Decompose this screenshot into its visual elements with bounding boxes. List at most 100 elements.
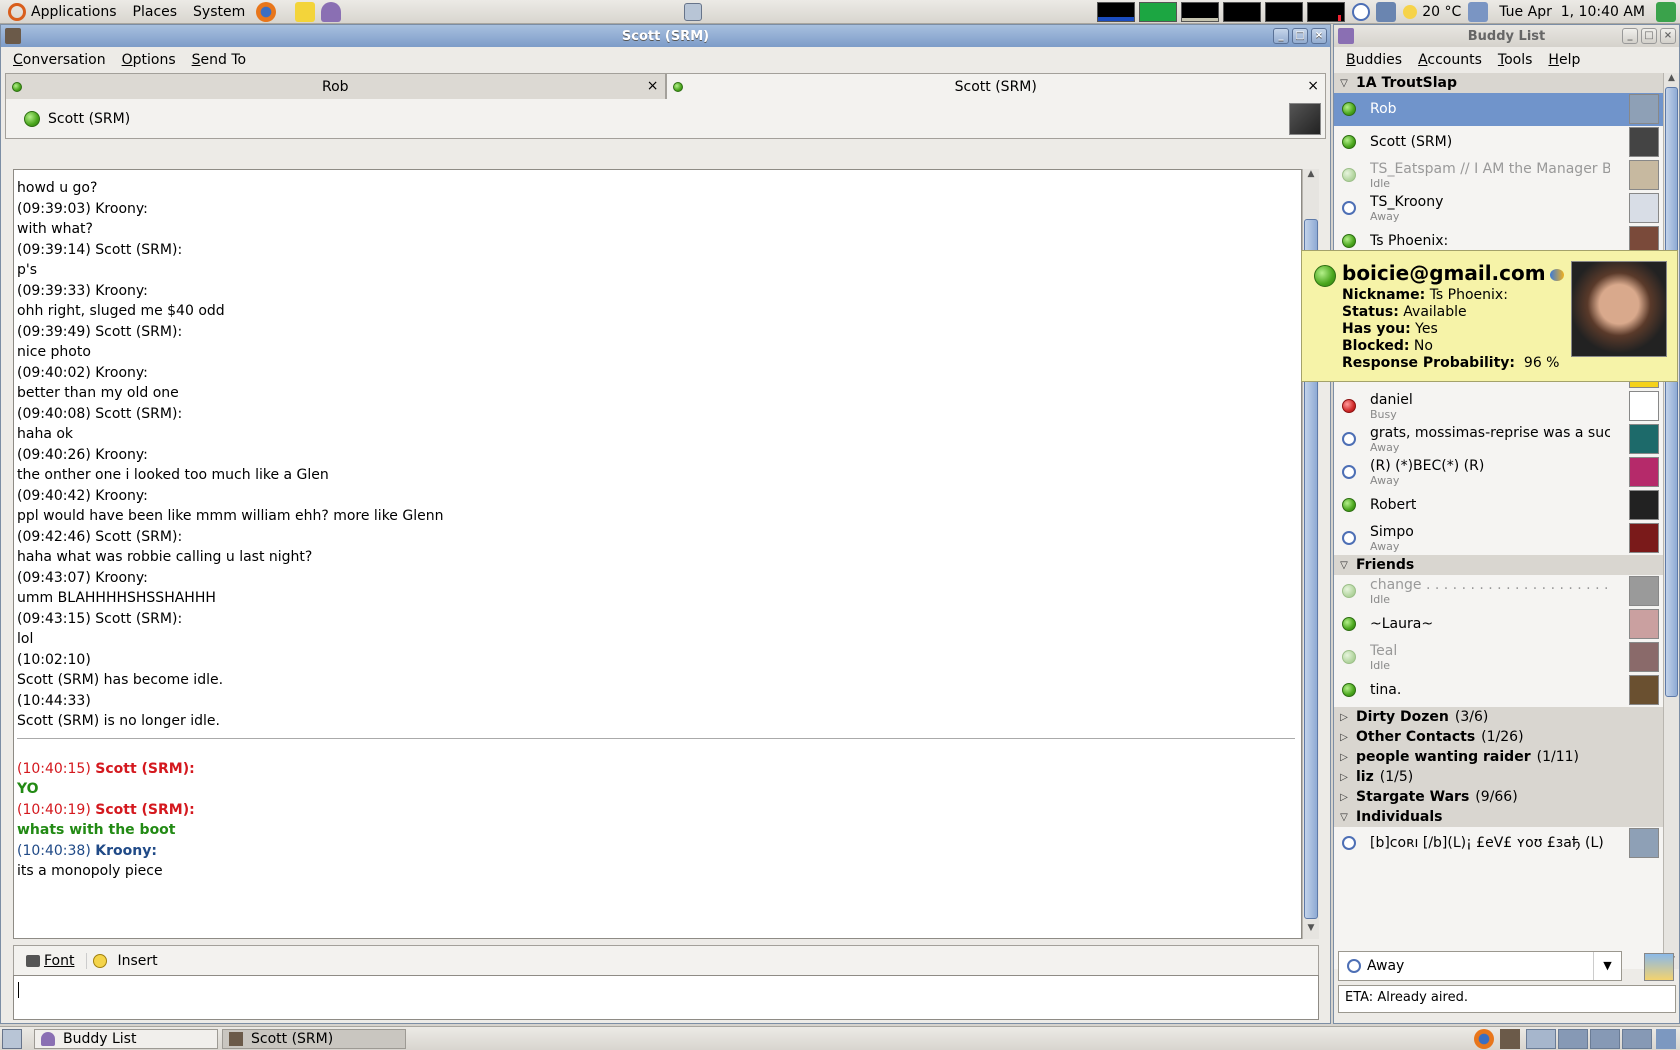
expander-closed-icon[interactable]: ▷ bbox=[1338, 712, 1350, 723]
cpu-monitor[interactable] bbox=[1097, 1, 1136, 22]
font-button[interactable]: Font bbox=[20, 953, 80, 969]
disk-monitor[interactable] bbox=[1307, 1, 1346, 22]
status-message-field[interactable]: ETA: Already aired. bbox=[1338, 985, 1676, 1013]
help-menu[interactable]: Help bbox=[1540, 52, 1588, 68]
expander-open-icon[interactable]: ▽ bbox=[1338, 78, 1350, 89]
show-desktop-icon[interactable] bbox=[684, 2, 703, 21]
buddy-row[interactable]: change . . . . . . . . . . . . . . . . .… bbox=[1334, 575, 1663, 608]
load-monitor[interactable] bbox=[1265, 1, 1304, 22]
expander-closed-icon[interactable]: ▷ bbox=[1338, 772, 1350, 783]
close-button[interactable]: × bbox=[1660, 28, 1676, 44]
minimize-button[interactable]: _ bbox=[1273, 28, 1289, 44]
expander-closed-icon[interactable]: ▷ bbox=[1338, 752, 1350, 763]
clock-applet-icon[interactable] bbox=[1352, 2, 1371, 21]
buddy-scrollbar[interactable]: ▲ ▼ bbox=[1663, 73, 1679, 969]
buddy-row[interactable]: ~Laura~ bbox=[1334, 608, 1663, 641]
buddy-row[interactable]: TS_Kroony Away bbox=[1334, 192, 1663, 225]
buddy-row[interactable]: Rob bbox=[1334, 93, 1663, 126]
expander-closed-icon[interactable]: ▷ bbox=[1338, 792, 1350, 803]
taskbar-label: Scott (SRM) bbox=[251, 1030, 334, 1047]
group-header[interactable]: ▷ Stargate Wars (9/66) bbox=[1334, 787, 1663, 807]
firefox-launcher-icon[interactable] bbox=[256, 1, 277, 22]
display-icon[interactable] bbox=[1468, 1, 1489, 22]
firefox-tray-icon[interactable] bbox=[1474, 1028, 1494, 1049]
accounts-menu[interactable]: Accounts bbox=[1410, 52, 1490, 68]
workspace-switcher[interactable] bbox=[1526, 1028, 1652, 1049]
system-menu[interactable]: System bbox=[185, 0, 253, 24]
expander-open-icon[interactable]: ▽ bbox=[1338, 812, 1350, 823]
buddies-menu[interactable]: Buddies bbox=[1338, 52, 1410, 68]
buddy-row[interactable]: Scott (SRM) bbox=[1334, 126, 1663, 159]
weather-applet[interactable]: 20 °C bbox=[1399, 0, 1465, 24]
close-tab-icon[interactable]: × bbox=[1307, 78, 1319, 94]
places-menu[interactable]: Places bbox=[125, 0, 186, 24]
logout-icon[interactable] bbox=[1656, 1, 1676, 22]
buddy-row[interactable]: grats, mossimas-reprise was a succe...Aw… bbox=[1334, 423, 1663, 456]
trash-icon[interactable] bbox=[1656, 1028, 1676, 1049]
taskbar-item-scott-srm[interactable]: Scott (SRM) bbox=[222, 1028, 406, 1049]
pidgin-launcher-icon[interactable] bbox=[321, 1, 342, 22]
group-header[interactable]: ▽ Friends bbox=[1334, 555, 1663, 575]
buddy-tree[interactable]: ▽ 1A TroutSlap Rob Scott (SRM) TS_Eatspam //… bbox=[1334, 73, 1663, 969]
options-menu[interactable]: Options bbox=[114, 52, 184, 68]
applications-menu[interactable]: Applications bbox=[0, 0, 125, 24]
group-header[interactable]: ▷ Dirty Dozen (3/6) bbox=[1334, 707, 1663, 727]
scroll-down-arrow[interactable]: ▼ bbox=[1303, 923, 1319, 939]
buddy-row[interactable]: [b]coʀı [/b](L)¡ £eV£ ʏoʊ £ɜaђ (L) bbox=[1334, 827, 1663, 860]
pidgin-icon bbox=[41, 1031, 55, 1046]
send-to-menu[interactable]: Send To bbox=[184, 52, 254, 68]
chat-tray-icon[interactable] bbox=[1500, 1028, 1520, 1049]
buddy-row[interactable]: (R) (*)BEC(*) (R) Away bbox=[1334, 456, 1663, 489]
notes-launcher-icon[interactable] bbox=[295, 1, 316, 22]
scroll-up-arrow[interactable]: ▲ bbox=[1664, 73, 1679, 87]
maximize-button[interactable]: □ bbox=[1292, 28, 1308, 44]
buddy-row[interactable]: TS_Eatspam // I AM the Manager BITC...Id… bbox=[1334, 159, 1663, 192]
group-header[interactable]: ▽ 1A TroutSlap bbox=[1334, 73, 1663, 93]
buddy-row[interactable]: tina. bbox=[1334, 674, 1663, 707]
memory-monitor[interactable] bbox=[1139, 1, 1178, 22]
expander-closed-icon[interactable]: ▷ bbox=[1338, 732, 1350, 743]
buddy-list-titlebar[interactable]: Buddy List _ □ × bbox=[1334, 25, 1679, 47]
group-header[interactable]: ▽ Individuals bbox=[1334, 807, 1663, 827]
group-header[interactable]: ▷ liz (1/5) bbox=[1334, 767, 1663, 787]
message-log[interactable]: howd u go? (09:39:03) Kroony: with what? (0… bbox=[13, 169, 1302, 939]
log-line: (09:39:49) Scott (SRM): bbox=[17, 323, 183, 340]
message-timestamp: (10:40:15) bbox=[17, 760, 91, 777]
chat-titlebar[interactable]: Scott (SRM) _ □ × bbox=[1, 25, 1330, 47]
maximize-button[interactable]: □ bbox=[1641, 28, 1657, 44]
close-button[interactable]: × bbox=[1311, 28, 1327, 44]
log-line: lol bbox=[17, 631, 34, 647]
buddy-row[interactable]: Teal Idle bbox=[1334, 641, 1663, 674]
message-input[interactable] bbox=[13, 975, 1319, 1020]
account-icon-button[interactable] bbox=[1644, 953, 1674, 981]
scroll-thumb[interactable] bbox=[1665, 87, 1678, 697]
buddy-avatar[interactable] bbox=[1289, 103, 1321, 135]
pidgin-window-icon[interactable] bbox=[1338, 28, 1354, 44]
network-monitor[interactable] bbox=[1181, 1, 1220, 22]
buddy-text: grats, mossimas-reprise was a succe...Aw… bbox=[1370, 426, 1610, 454]
close-tab-icon[interactable]: × bbox=[647, 78, 659, 94]
swap-monitor[interactable] bbox=[1223, 1, 1262, 22]
buddy-row[interactable]: Robert bbox=[1334, 489, 1663, 522]
group-header[interactable]: ▷ Other Contacts (1/26) bbox=[1334, 727, 1663, 747]
group-header[interactable]: ▷ people wanting raider (1/11) bbox=[1334, 747, 1663, 767]
blocked-value: No bbox=[1413, 338, 1433, 354]
insert-button[interactable]: Insert bbox=[86, 952, 169, 969]
scroll-up-arrow[interactable]: ▲ bbox=[1303, 169, 1319, 185]
expander-open-icon[interactable]: ▽ bbox=[1338, 560, 1350, 571]
buddy-row[interactable]: daniel Busy bbox=[1334, 390, 1663, 423]
show-desktop-button[interactable] bbox=[2, 1028, 22, 1049]
clock[interactable]: Tue Apr 1, 10:40 AM bbox=[1491, 0, 1653, 24]
taskbar-item-buddy-list[interactable]: Buddy List bbox=[34, 1028, 218, 1049]
minimize-button[interactable]: _ bbox=[1622, 28, 1638, 44]
tab-rob[interactable]: Rob × bbox=[5, 73, 666, 99]
tab-scott-srm[interactable]: Scott (SRM) × bbox=[665, 73, 1326, 99]
tools-menu[interactable]: Tools bbox=[1490, 52, 1541, 68]
buddy-photo bbox=[1571, 261, 1667, 357]
buddy-row[interactable]: Simpo Away bbox=[1334, 522, 1663, 555]
network-manager-icon[interactable] bbox=[1376, 1, 1397, 22]
conversation-menu[interactable]: Conversation bbox=[5, 52, 114, 68]
status-selector[interactable]: Away ▼ bbox=[1338, 951, 1622, 981]
window-menu-icon[interactable] bbox=[5, 28, 21, 44]
tooltip-email: boicie@gmail.com bbox=[1342, 261, 1546, 285]
